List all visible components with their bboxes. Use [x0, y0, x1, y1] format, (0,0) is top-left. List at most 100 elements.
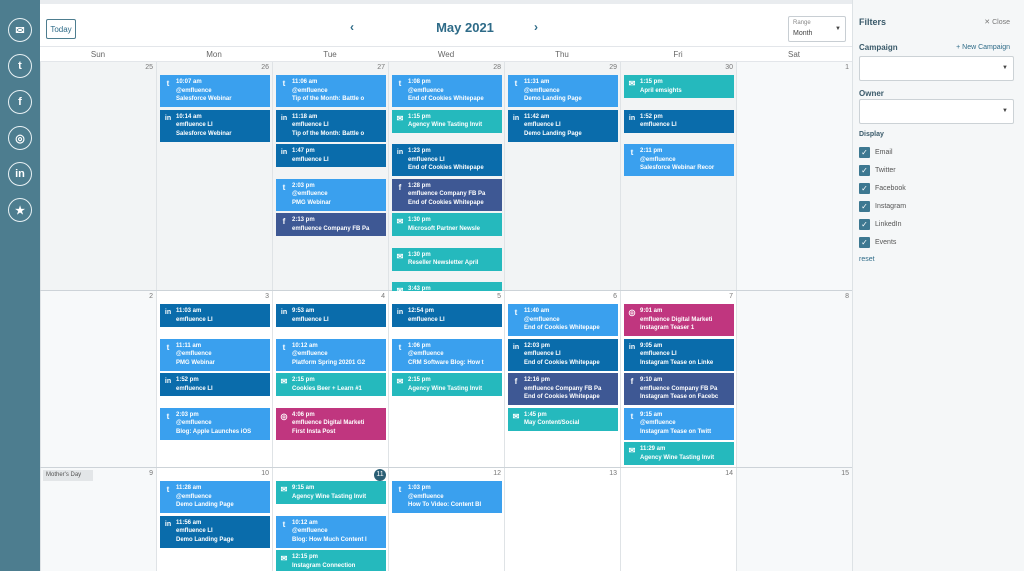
campaign-select[interactable]: ▼	[859, 56, 1014, 81]
day-cell[interactable]: 9 Mother's Day	[40, 468, 156, 571]
next-month-button[interactable]: ›	[534, 20, 538, 34]
day-cell[interactable]: 29 t 11:31 am @emfluence Demo Landing Page in…	[504, 62, 620, 290]
linkedin-event[interactable]: in 1:52 pm emfluence LI	[624, 109, 734, 133]
instagram-icon[interactable]: ◎	[8, 126, 32, 150]
twitter-event[interactable]: t 2:03 pm @emfluence PMG Webinar	[276, 178, 386, 211]
day-cell[interactable]: 8	[736, 291, 852, 467]
twitter-event[interactable]: t 11:28 am @emfluence Demo Landing Page	[160, 481, 270, 513]
day-cell[interactable]: 5 in 12:54 pm emfluence LI t 1:06 pm @emfluenc…	[388, 291, 504, 467]
twitter-event[interactable]: t 10:07 am @emfluence Salesforce Webinar	[160, 75, 270, 107]
email-event[interactable]: ✉ 12:15 pm Instagram Connection	[276, 550, 386, 571]
day-cell[interactable]: 15	[736, 468, 852, 571]
twitter-event[interactable]: t 11:40 am @emfluence End of Cookies Whitep…	[508, 304, 618, 336]
email-icon: ✉	[396, 251, 404, 261]
day-cell[interactable]: 4 in 9:53 am emfluence LI t 10:12 am @emfluenc…	[272, 291, 388, 467]
linkedin-event[interactable]: in 10:14 am emfluence LI Salesforce Webinar	[160, 109, 270, 142]
instagram-event[interactable]: ◎ 9:01 am emfluence Digital Marketi Instagr…	[624, 304, 734, 336]
linkedin-event[interactable]: in 1:23 pm emfluence LI End of Cookies Whit…	[392, 144, 502, 176]
new-campaign-link[interactable]: + New Campaign	[956, 44, 1010, 51]
twitter-event[interactable]: t 10:12 am @emfluence Platform Spring 20201…	[276, 338, 386, 371]
email-event[interactable]: ✉ 1:15 pm April emsights	[624, 75, 734, 98]
checkbox[interactable]: ✓	[859, 165, 870, 176]
facebook-icon[interactable]: f	[8, 90, 32, 114]
linkedin-event[interactable]: in 12:54 pm emfluence LI	[392, 304, 502, 327]
instagram-event[interactable]: ◎ 4:06 pm emfluence Digital Marketi First I…	[276, 407, 386, 440]
linkedin-icon[interactable]: in	[8, 162, 32, 186]
twitter-event[interactable]: t 10:12 am @emfluence Blog: How Much Conten…	[276, 515, 386, 548]
owner-select[interactable]: ▼	[859, 99, 1014, 124]
event-time: 1:06 pm	[408, 342, 431, 349]
email-event[interactable]: ✉ 2:15 pm Cookies Beer + Learn #1	[276, 373, 386, 396]
day-cell[interactable]: 7 ◎ 9:01 am emfluence Digital Marketi Instag…	[620, 291, 736, 467]
twitter-event[interactable]: t 11:06 am @emfluence Tip of the Month: Bat…	[276, 75, 386, 107]
email-event[interactable]: ✉ 1:30 pm Microsoft Partner Newsle	[392, 213, 502, 236]
day-cell[interactable]: 2	[40, 291, 156, 467]
email-event[interactable]: ✉ 1:15 pm Agency Wine Tasting Invit	[392, 109, 502, 133]
date-number: 12	[493, 470, 501, 477]
facebook-event[interactable]: f 2:13 pm emfluence Company FB Pa	[276, 213, 386, 236]
checkbox[interactable]: ✓	[859, 147, 870, 158]
close-button[interactable]: ✕ Close	[984, 18, 1010, 26]
twitter-event[interactable]: t 11:11 am @emfluence PMG Webinar	[160, 338, 270, 371]
event-time: 9:15 am	[640, 411, 663, 418]
day-cell[interactable]: 1	[736, 62, 852, 290]
day-cell[interactable]: 3 in 11:03 am emfluence LI t 11:11 am @emfluen…	[156, 291, 272, 467]
linkedin-icon: in	[280, 309, 288, 316]
twitter-event[interactable]: t 9:15 am @emfluence Instagram Tease on Twi…	[624, 407, 734, 440]
day-cell[interactable]: 25	[40, 62, 156, 290]
day-cell[interactable]: 11 ✉ 9:15 am Agency Wine Tasting Invit t 10:1…	[272, 468, 388, 571]
event-text: @emfluence	[176, 351, 212, 357]
checkbox[interactable]: ✓	[859, 183, 870, 194]
reset-link[interactable]: reset	[859, 256, 875, 263]
day-cell[interactable]: 6 t 11:40 am @emfluence End of Cookies White…	[504, 291, 620, 467]
twitter-icon[interactable]: t	[8, 54, 32, 78]
twitter-event[interactable]: t 2:11 pm @emfluence Salesforce Webinar Rec…	[624, 144, 734, 176]
event-text: May Content/Social	[524, 420, 580, 426]
event-time: 1:47 pm	[292, 148, 315, 154]
event-time: 9:15 am	[292, 485, 315, 491]
day-cell[interactable]: 10 t 11:28 am @emfluence Demo Landing Page in…	[156, 468, 272, 571]
checkbox[interactable]: ✓	[859, 219, 870, 230]
linkedin-event[interactable]: in 11:56 am emfluence LI Demo Landing Page	[160, 515, 270, 548]
day-cell[interactable]: 12 t 1:03 pm @emfluence How To Video: Conten…	[388, 468, 504, 571]
day-cell[interactable]: 30 ✉ 1:15 pm April emsights in 1:52 pm emfluen…	[620, 62, 736, 290]
event-text: emfluence LI	[176, 385, 213, 392]
display-label: Display	[859, 131, 884, 138]
checkbox[interactable]: ✓	[859, 237, 870, 248]
twitter-event[interactable]: t 1:08 pm @emfluence End of Cookies Whitepa…	[392, 75, 502, 107]
day-cell[interactable]: 14	[620, 468, 736, 571]
twitter-event[interactable]: t 11:31 am @emfluence Demo Landing Page	[508, 75, 618, 107]
linkedin-event[interactable]: in 9:05 am emfluence LI Instagram Tease on …	[624, 338, 734, 371]
event-text: emfluence LI	[292, 122, 329, 128]
facebook-event[interactable]: f 9:10 am emfluence Company FB Pa Instagram…	[624, 373, 734, 405]
twitter-event[interactable]: t 2:03 pm @emfluence Blog: Apple Launches i…	[160, 407, 270, 440]
range-select[interactable]: Range Month ▼	[788, 16, 846, 42]
prev-month-button[interactable]: ‹	[350, 20, 354, 34]
twitter-event[interactable]: t 1:06 pm @emfluence CRM Software Blog: How…	[392, 338, 502, 371]
facebook-event[interactable]: f 12:16 pm emfluence Company FB Pa End of C…	[508, 373, 618, 405]
linkedin-event[interactable]: in 11:03 am emfluence LI	[160, 304, 270, 327]
day-cell[interactable]: 27 t 11:06 am @emfluence Tip of the Month: B…	[272, 62, 388, 290]
linkedin-event[interactable]: in 1:52 pm emfluence LI	[160, 373, 270, 396]
linkedin-event[interactable]: in 9:53 am emfluence LI	[276, 304, 386, 327]
linkedin-icon: in	[280, 114, 288, 122]
linkedin-event[interactable]: in 11:42 am emfluence LI Demo Landing Page	[508, 109, 618, 142]
email-event[interactable]: ✉ 2:15 pm Agency Wine Tasting Invit	[392, 373, 502, 396]
twitter-event[interactable]: t 1:03 pm @emfluence How To Video: Content …	[392, 481, 502, 513]
email-event[interactable]: ✉ 9:15 am Agency Wine Tasting Invit	[276, 481, 386, 504]
facebook-event[interactable]: f 1:28 pm emfluence Company FB Pa End of Co…	[392, 178, 502, 211]
linkedin-event[interactable]: in 12:03 pm emfluence LI End of Cookies Whi…	[508, 338, 618, 371]
day-cell[interactable]: 13	[504, 468, 620, 571]
linkedin-event[interactable]: in 1:47 pm emfluence LI	[276, 144, 386, 167]
email-event[interactable]: ✉ 11:29 am Agency Wine Tasting Invit	[624, 442, 734, 465]
event-time: 12:03 pm	[524, 342, 551, 349]
email-event[interactable]: ✉ 1:45 pm May Content/Social	[508, 407, 618, 431]
email-icon[interactable]: ✉	[8, 18, 32, 42]
day-cell[interactable]: 28 t 1:08 pm @emfluence End of Cookies White…	[388, 62, 504, 305]
checkbox[interactable]: ✓	[859, 201, 870, 212]
today-button[interactable]: Today	[46, 19, 76, 39]
day-cell[interactable]: 26 t 10:07 am @emfluence Salesforce Webinar i…	[156, 62, 272, 290]
star-icon[interactable]: ★	[8, 198, 32, 222]
email-event[interactable]: ✉ 1:30 pm Reseller Newsletter April	[392, 247, 502, 271]
linkedin-event[interactable]: in 11:18 am emfluence LI Tip of the Month: …	[276, 109, 386, 142]
